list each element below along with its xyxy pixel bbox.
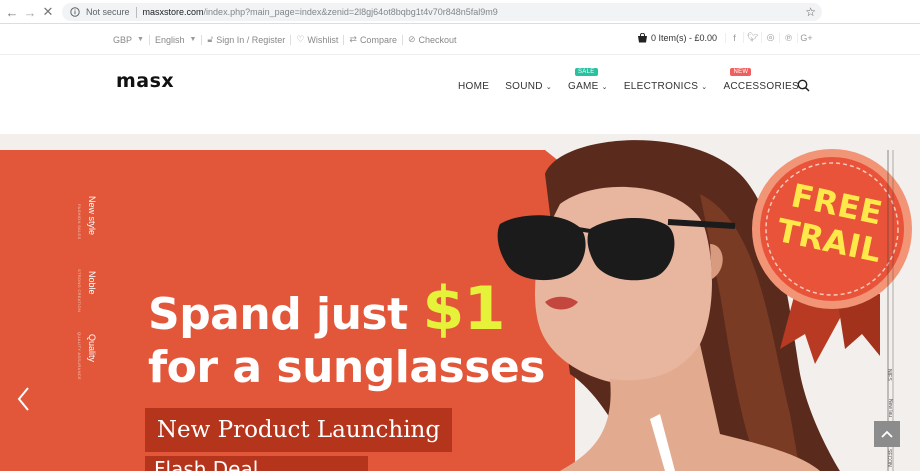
signin-label: Sign In / Register [216,34,286,45]
flash-deal-banner[interactable]: Flash Deal [145,456,368,471]
side-sublabel: QUALITY ASSURANCE [77,332,82,380]
caret-down-icon: ▼ [137,36,144,43]
language-label: English [154,34,185,45]
caret-down-icon: ▼ [189,36,197,43]
divider [343,34,345,45]
divider [201,34,203,45]
menu-label: ELECTRONICS [623,81,699,92]
checkout-label: Checkout [418,34,457,45]
edge-text: New lau [887,399,893,418]
site-header: masx HOME SOUND ⌄ SALE GAME ⌄ ELECTRONICS ⌄ … [0,56,920,134]
checkout-link[interactable]: ⊘ Checkout [408,34,457,45]
menu-item-sound[interactable]: SOUND ⌄ [505,81,552,92]
new-badge: NEW [730,68,752,76]
instagram-icon[interactable]: ◎ [761,32,779,43]
divider [290,34,292,45]
address-bar[interactable]: Not secure masxstore.com/index.php?main_… [62,3,822,21]
chevron-down-icon: ⌄ [601,83,608,91]
security-label: Not secure [86,7,130,17]
forward-arrow-icon[interactable]: → [20,2,40,22]
cart-link[interactable]: 0 Item(s) - £0.00 [637,32,718,43]
url-host: masxstore.com [142,7,204,17]
shopping-bag-icon [638,32,647,42]
main-menu: HOME SOUND ⌄ SALE GAME ⌄ ELECTRONICS ⌄ NEW AC… [458,68,824,92]
divider [401,34,403,45]
top-info-bar: GBP ▼ English ▼ 🔓︎ Sign In / Register ♡ Wish… [0,24,920,55]
check-circle-icon: ⊘ [407,34,416,44]
cart-summary: 0 Item(s) - £0.00 [651,32,718,43]
chevron-down-icon: ⌄ [545,83,552,91]
back-arrow-icon[interactable]: ← [2,2,22,22]
headline-text: Spand just [148,289,423,340]
side-label: New style [87,196,97,236]
browser-toolbar: ← → ✕ Not secure masxstore.com/index.php… [0,0,920,24]
sale-badge: SALE [575,68,598,76]
side-label: Noble [87,271,97,295]
edge-text: NIES [886,369,892,381]
side-sublabel: STRONG CREATION [77,269,82,313]
new-product-banner[interactable]: New Product Launching [145,408,452,452]
bookmark-star-icon[interactable]: ☆ [805,5,816,19]
menu-label: SOUND [505,81,543,92]
shuffle-icon: ⇄ [349,34,357,44]
chevron-down-icon: ⌄ [701,83,708,91]
headline-line-1: Spand just $1 [148,274,505,344]
google-plus-icon[interactable]: G+ [797,32,815,43]
compare-label: Compare [359,34,397,45]
menu-item-electronics[interactable]: ELECTRONICS ⌄ [624,81,708,92]
scroll-to-top-button[interactable] [874,421,900,447]
reload-icon[interactable]: ✕ [38,2,58,22]
site-logo[interactable]: masx [116,70,174,92]
omnibox-divider [135,6,137,18]
language-selector[interactable]: English ▼ [155,35,196,45]
facebook-icon[interactable]: f [725,32,743,43]
menu-item-game[interactable]: SALE GAME ⌄ [568,68,608,92]
menu-label: HOME [458,81,490,92]
price-highlight: $1 [422,274,505,344]
headline-line-2: for a sunglasses [148,342,545,393]
edge-text: SECON [886,449,892,467]
currency-label: GBP [113,34,133,45]
info-icon[interactable] [68,5,82,19]
compare-link[interactable]: ⇄ Compare [349,34,397,45]
hero-slider: New style FASHION SALES Noble STRONG CRE… [0,134,920,471]
signin-link[interactable]: 🔓︎ Sign In / Register [207,34,285,45]
twitter-icon[interactable]: 🐦︎ [743,32,761,43]
menu-label: GAME [568,81,599,92]
side-sublabel: FASHION SALES [77,204,82,240]
lock-icon: 🔓︎ [207,34,214,44]
pinterest-icon[interactable]: ℗ [779,32,797,43]
menu-item-accessories[interactable]: NEW ACCESSORIES ⌄ [723,68,808,92]
wishlist-link[interactable]: ♡ Wishlist [296,34,338,45]
currency-selector[interactable]: GBP ▼ [113,35,144,45]
menu-label: ACCESSORIES [723,81,799,92]
side-label: Quality [87,334,97,363]
social-links: f 🐦︎ ◎ ℗ G+ [725,32,815,43]
chevron-up-icon [881,430,893,438]
wishlist-label: Wishlist [307,34,339,45]
search-icon[interactable] [797,79,810,92]
chevron-left-icon[interactable] [14,384,34,414]
heart-icon: ♡ [296,34,305,44]
divider [148,34,150,45]
menu-item-home[interactable]: HOME [458,81,489,92]
url-path: /index.php?main_page=index&zenid=2l8gj64… [203,7,498,17]
